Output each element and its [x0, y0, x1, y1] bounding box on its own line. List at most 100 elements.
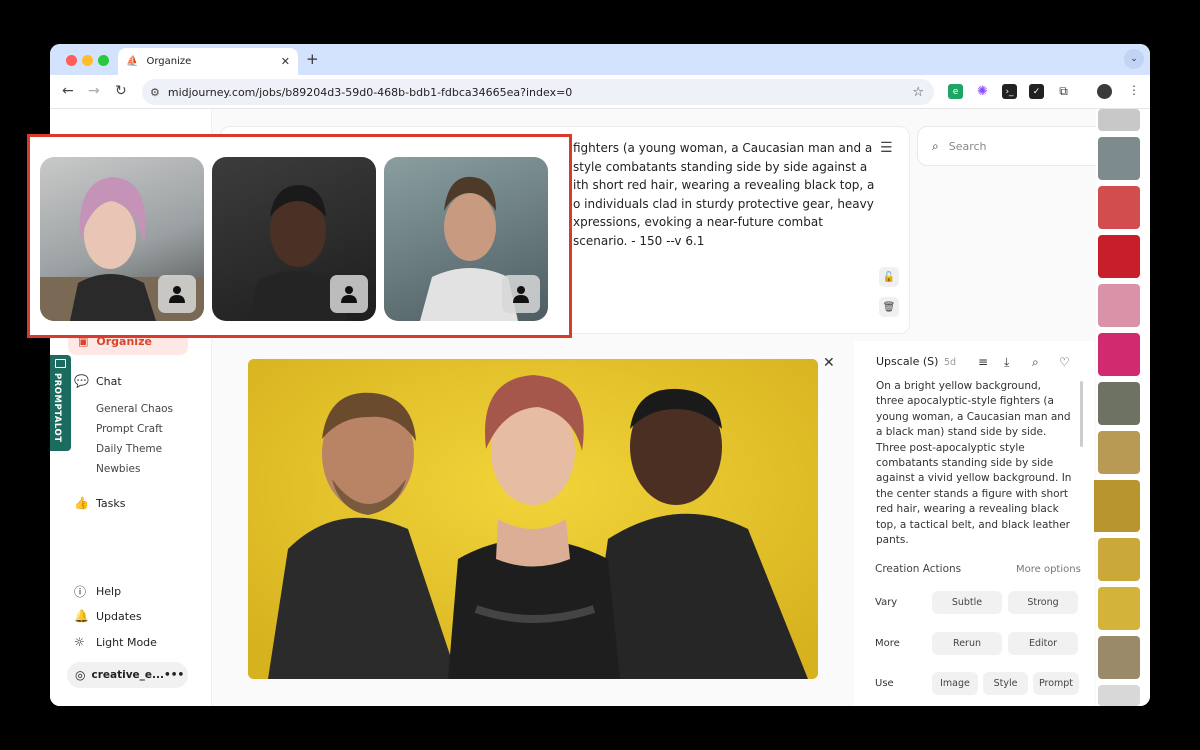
more-options-link[interactable]: More options: [1016, 564, 1081, 575]
terminal-icon: [55, 359, 66, 368]
vary-label: Vary: [875, 597, 898, 608]
sliders-settings-icon[interactable]: ☰: [880, 140, 893, 156]
sidebar-item-chat[interactable]: 💬 Chat: [74, 374, 122, 388]
evernote-extension-icon[interactable]: e: [948, 84, 963, 99]
search-similar-icon[interactable]: ⌕: [1032, 355, 1039, 370]
thumbs-up-icon: 👍: [74, 496, 89, 510]
sidebar-item-tasks[interactable]: 👍 Tasks: [74, 496, 125, 510]
image-age: 5d: [944, 357, 957, 368]
lock-icon[interactable]: 🔓: [879, 267, 899, 287]
close-window-button[interactable]: [66, 55, 77, 66]
character-reference-button[interactable]: [158, 275, 196, 313]
job-thumbnail[interactable]: [1098, 636, 1140, 679]
terminal-extension-icon[interactable]: ›_: [1002, 84, 1017, 99]
generated-image[interactable]: [248, 359, 818, 679]
download-icon[interactable]: ⤓: [1004, 355, 1009, 370]
character-reference-black-man[interactable]: [212, 157, 376, 321]
site-settings-icon[interactable]: ⚙: [150, 86, 160, 99]
prompt-text: fighters (a young woman, a Caucasian man…: [573, 141, 875, 248]
character-reference-highlight: [27, 134, 572, 338]
upscale-title: Upscale (S): [876, 355, 939, 368]
person-icon: [169, 286, 185, 303]
promptalot-label: PROMPTALOT: [52, 373, 62, 443]
character-reference-caucasian-man[interactable]: [384, 157, 548, 321]
sidebar-item-help[interactable]: ⓘ Help: [74, 583, 121, 600]
rerun-button[interactable]: Rerun: [932, 632, 1002, 655]
vary-subtle-button[interactable]: Subtle: [932, 591, 1002, 614]
username: creative_e...: [91, 669, 165, 681]
search-input[interactable]: ⌕ Search: [917, 126, 1113, 166]
job-thumbnail[interactable]: [1098, 431, 1140, 474]
use-image-button[interactable]: Image: [932, 672, 978, 695]
use-style-button[interactable]: Style: [983, 672, 1028, 695]
description-scrollbar[interactable]: [1080, 381, 1083, 447]
list-menu-icon[interactable]: ≡: [978, 355, 988, 369]
sparkle-extension-icon[interactable]: ✺: [975, 84, 990, 99]
trash-icon[interactable]: 🗑: [879, 297, 899, 317]
person-icon: [341, 286, 357, 303]
close-image-icon[interactable]: ✕: [823, 355, 835, 371]
character-reference-woman[interactable]: [40, 157, 204, 321]
job-thumbnail[interactable]: [1098, 109, 1140, 131]
sidebar-item-label: Updates: [96, 609, 142, 623]
editor-button[interactable]: Editor: [1008, 632, 1078, 655]
job-thumbnails-column: [1088, 109, 1150, 706]
forward-arrow-icon[interactable]: →: [88, 83, 100, 99]
bookmark-star-icon[interactable]: ☆: [912, 85, 924, 100]
job-thumbnail-selected[interactable]: [1088, 480, 1140, 532]
more-label: More: [875, 638, 900, 649]
job-thumbnail[interactable]: [1098, 587, 1140, 630]
checkbox-extension-icon[interactable]: ✓: [1029, 84, 1044, 99]
browser-menu-icon[interactable]: ⋮: [1128, 83, 1140, 97]
browser-tab[interactable]: ⛵ Organize ✕: [118, 48, 298, 75]
user-account-button[interactable]: ◎ creative_e... •••: [67, 662, 188, 688]
url-text: midjourney.com/jobs/b89204d3-59d0-468b-b…: [167, 85, 573, 99]
browser-toolbar: ← → ↻ ⚙ midjourney.com/jobs/b89204d3-59d…: [50, 75, 1150, 109]
address-bar[interactable]: ⚙ midjourney.com/jobs/b89204d3-59d0-468b…: [142, 79, 934, 105]
new-tab-button[interactable]: +: [306, 50, 319, 68]
sidebar-item-label: Tasks: [96, 496, 126, 510]
chat-channel-newbies[interactable]: Newbies: [96, 463, 140, 475]
person-icon: [513, 286, 529, 303]
use-prompt-button[interactable]: Prompt: [1033, 672, 1079, 695]
vary-strong-button[interactable]: Strong: [1008, 591, 1078, 614]
back-arrow-icon[interactable]: ←: [62, 83, 74, 99]
job-thumbnail[interactable]: [1098, 685, 1140, 706]
zoom-window-button[interactable]: [98, 55, 109, 66]
character-reference-button[interactable]: [502, 275, 540, 313]
job-thumbnail[interactable]: [1098, 137, 1140, 180]
chat-channel-general-chaos[interactable]: General Chaos: [96, 403, 173, 415]
sidebar-item-updates[interactable]: 🔔 Updates: [74, 609, 142, 623]
sun-icon: ☼: [74, 635, 85, 649]
job-thumbnail[interactable]: [1098, 186, 1140, 229]
fighters-illustration: [248, 359, 818, 679]
job-thumbnail[interactable]: [1098, 382, 1140, 425]
puzzle-extensions-icon[interactable]: ⧉: [1056, 84, 1071, 99]
search-placeholder: Search: [948, 139, 987, 153]
sidebar-item-light-mode[interactable]: ☼ Light Mode: [74, 635, 157, 649]
heart-icon[interactable]: ♡: [1059, 355, 1070, 369]
reload-icon[interactable]: ↻: [115, 83, 127, 99]
sidebar-item-label: Chat: [96, 374, 122, 388]
profile-avatar-icon[interactable]: [1097, 84, 1112, 99]
chat-channel-prompt-craft[interactable]: Prompt Craft: [96, 423, 163, 435]
tab-menu-chevron-icon[interactable]: ⌄: [1124, 49, 1144, 69]
tab-close-icon[interactable]: ✕: [281, 55, 290, 68]
promptalot-extension-tab[interactable]: PROMPTALOT: [50, 355, 71, 451]
search-icon: ⌕: [932, 138, 939, 153]
job-thumbnail[interactable]: [1098, 284, 1140, 327]
job-thumbnail[interactable]: [1098, 333, 1140, 376]
job-thumbnail[interactable]: [1098, 538, 1140, 581]
tab-strip: ⛵ Organize ✕ + ⌄: [50, 44, 1150, 75]
sailboat-favicon-icon: ⛵: [126, 56, 139, 67]
job-thumbnail[interactable]: [1098, 235, 1140, 278]
chat-bubble-icon: 💬: [74, 374, 89, 388]
creation-actions-label: Creation Actions: [875, 563, 962, 575]
user-menu-icon[interactable]: •••: [164, 669, 184, 681]
character-reference-button[interactable]: [330, 275, 368, 313]
minimize-window-button[interactable]: [82, 55, 93, 66]
user-circle-icon: ◎: [75, 668, 86, 682]
help-circle-icon: ⓘ: [74, 585, 87, 599]
chat-channel-daily-theme[interactable]: Daily Theme: [96, 443, 162, 455]
tab-title: Organize: [146, 56, 192, 67]
